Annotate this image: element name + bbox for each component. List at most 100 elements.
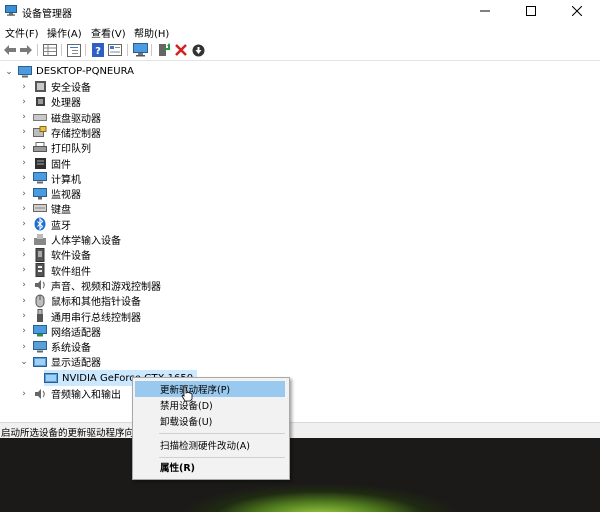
- details-view-button[interactable]: [107, 42, 123, 58]
- chevron-right-icon[interactable]: ›: [19, 293, 29, 308]
- monitor-icon: [33, 187, 47, 201]
- menu-bar: 文件(F) 操作(A) 查看(V) 帮助(H): [0, 22, 600, 40]
- tree-item-category[interactable]: › 软件组件: [19, 263, 91, 278]
- forward-button[interactable]: [18, 42, 34, 58]
- tree-item-category[interactable]: ⌄ 显示适配器: [19, 354, 101, 369]
- menu-file[interactable]: 文件(F): [5, 25, 39, 40]
- disable-button[interactable]: [190, 42, 206, 58]
- computer-icon: [33, 171, 47, 185]
- chevron-right-icon[interactable]: ›: [19, 79, 29, 94]
- maximize-icon: [526, 6, 536, 16]
- device-manager-window: 设备管理器 文件(F) 操作(A) 查看(V) 帮助(H) ? ⌄ DESKTO…: [0, 0, 600, 439]
- chevron-right-icon[interactable]: ›: [19, 94, 29, 109]
- device-tree: ⌄ DESKTOP-PQNEURA › 安全设备 › 处理器 › 磁盘驱动器 › 存储控制器 ›…: [0, 60, 600, 422]
- tree-item-label: 蓝牙: [51, 220, 71, 232]
- system-device-icon: [33, 340, 47, 354]
- tree-item-label: 软件组件: [51, 266, 91, 278]
- tree-item-label: 网络适配器: [51, 327, 101, 339]
- tree-item-category[interactable]: › 系统设备: [19, 339, 91, 354]
- storage-controller-icon: [33, 125, 47, 139]
- chevron-right-icon[interactable]: ›: [19, 324, 29, 339]
- tree-item-category[interactable]: › 打印队列: [19, 140, 91, 155]
- uninstall-x-icon: [175, 44, 187, 56]
- chevron-right-icon[interactable]: ›: [19, 140, 29, 155]
- tree-item-category[interactable]: › 声音、视频和游戏控制器: [19, 278, 161, 293]
- software-device-icon: [33, 247, 47, 262]
- maximize-button[interactable]: [508, 0, 554, 22]
- chevron-right-icon[interactable]: ›: [19, 309, 29, 324]
- close-button[interactable]: [554, 0, 600, 22]
- tree-root[interactable]: ⌄ DESKTOP-PQNEURA: [4, 64, 134, 79]
- back-arrow-icon: [4, 45, 16, 55]
- chevron-right-icon[interactable]: ›: [19, 263, 29, 278]
- toolbar-separator: [127, 44, 128, 56]
- close-icon: [572, 6, 582, 16]
- tree-item-label: 键盘: [51, 205, 71, 217]
- svg-text:?: ?: [95, 46, 101, 57]
- tree-item-category[interactable]: › 监视器: [19, 186, 81, 201]
- forward-arrow-icon: [20, 45, 32, 55]
- help-button[interactable]: ?: [90, 42, 106, 58]
- tree-item-category[interactable]: › 安全设备: [19, 79, 91, 94]
- device-manager-icon: [5, 5, 17, 16]
- chevron-right-icon[interactable]: ›: [19, 201, 29, 216]
- chevron-right-icon[interactable]: ›: [19, 217, 29, 232]
- context-update-driver[interactable]: 更新驱动程序(P): [135, 381, 285, 397]
- chevron-right-icon[interactable]: ›: [19, 247, 29, 262]
- chevron-right-icon[interactable]: ›: [19, 386, 29, 401]
- tree-item-label: 通用串行总线控制器: [51, 312, 141, 324]
- disk-drive-icon: [33, 110, 47, 124]
- tree-item-category[interactable]: › 存储控制器: [19, 125, 101, 140]
- chevron-right-icon[interactable]: ›: [19, 278, 29, 293]
- tree-item-category[interactable]: › 鼠标和其他指针设备: [19, 293, 141, 308]
- chevron-right-icon[interactable]: ›: [19, 171, 29, 186]
- chevron-right-icon[interactable]: ›: [19, 186, 29, 201]
- firmware-icon: [33, 156, 47, 170]
- tree-item-category[interactable]: › 软件设备: [19, 247, 91, 262]
- tree-item-category[interactable]: › 处理器: [19, 94, 81, 110]
- chevron-right-icon[interactable]: ›: [19, 125, 29, 140]
- display-adapter-icon: [44, 371, 58, 385]
- chevron-right-icon[interactable]: ›: [19, 156, 29, 171]
- tree-item-category[interactable]: › 通用串行总线控制器: [19, 309, 141, 324]
- mouse-icon: [33, 294, 47, 308]
- window-title: 设备管理器: [22, 9, 72, 20]
- tree-item-category[interactable]: › 磁盘驱动器: [19, 110, 101, 125]
- toolbar-separator: [151, 44, 152, 56]
- context-disable-device[interactable]: 禁用设备(D): [135, 397, 285, 413]
- update-driver-button[interactable]: [156, 42, 172, 58]
- tree-item-audio-io[interactable]: › 音频输入和输出: [19, 386, 121, 401]
- minimize-button[interactable]: [462, 0, 508, 22]
- tree-item-category[interactable]: › 计算机: [19, 171, 81, 186]
- tree-item-category[interactable]: › 固件: [19, 156, 71, 171]
- chevron-right-icon[interactable]: ›: [19, 110, 29, 125]
- title-bar: 设备管理器: [0, 0, 600, 22]
- menu-help[interactable]: 帮助(H): [134, 25, 169, 40]
- tree-item-label: 计算机: [51, 174, 81, 186]
- chevron-down-icon[interactable]: ⌄: [4, 64, 14, 79]
- tree-item-category[interactable]: › 蓝牙: [19, 217, 71, 232]
- chevron-down-icon[interactable]: ⌄: [19, 354, 29, 369]
- chevron-right-icon[interactable]: ›: [19, 339, 29, 354]
- scan-hardware-button[interactable]: [132, 42, 148, 58]
- tree-view-icon: [67, 43, 81, 57]
- tree-item-category[interactable]: › 网络适配器: [19, 324, 101, 339]
- context-uninstall-device[interactable]: 卸载设备(U): [135, 413, 285, 429]
- properties-button[interactable]: [42, 42, 58, 58]
- tree-item-label: 固件: [51, 159, 71, 171]
- context-properties[interactable]: 属性(R): [135, 459, 285, 475]
- tree-item-category[interactable]: › 键盘: [19, 201, 71, 217]
- tree-item-label: 软件设备: [51, 251, 91, 263]
- tree-item-label: 鼠标和其他指针设备: [51, 297, 141, 309]
- chevron-right-icon[interactable]: ›: [19, 232, 29, 247]
- back-button[interactable]: [2, 42, 18, 58]
- menu-view[interactable]: 查看(V): [91, 25, 126, 40]
- tree-view-button[interactable]: [66, 42, 82, 58]
- context-scan-hardware[interactable]: 扫描检测硬件改动(A): [135, 437, 285, 453]
- menu-action[interactable]: 操作(A): [47, 25, 82, 40]
- disable-down-arrow-icon: [192, 44, 204, 56]
- uninstall-button[interactable]: [173, 42, 189, 58]
- tree-item-category[interactable]: › 人体学输入设备: [19, 232, 121, 247]
- security-device-icon: [33, 80, 47, 94]
- properties-grid-icon: [43, 44, 57, 56]
